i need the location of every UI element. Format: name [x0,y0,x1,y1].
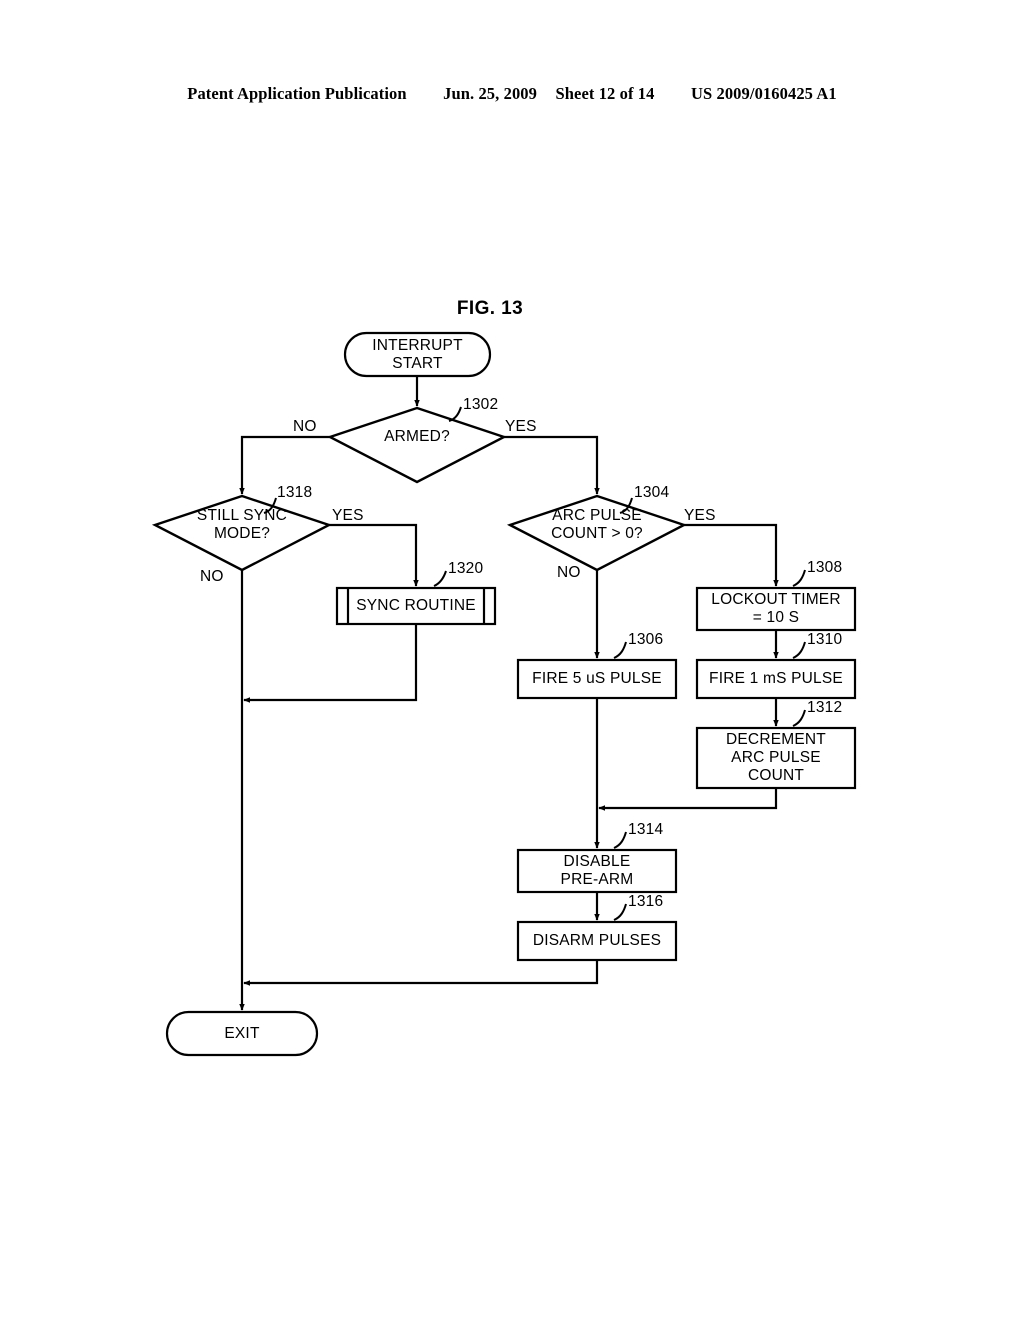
ref-numeral-1304: 1304 [634,484,670,501]
shape-lockout-timer [695,586,857,632]
edge-label-still-sync-no: NO [200,568,224,585]
leader-1308 [792,569,806,587]
ref-numeral-1318: 1318 [277,484,313,501]
edge-label-arc-pulse-yes: YES [684,507,716,524]
ref-numeral-1312: 1312 [807,699,843,716]
shape-fire-1ms [695,658,857,700]
shape-interrupt-start [343,331,492,378]
edge-label-arc-pulse-no: NO [557,564,581,581]
shape-sync-routine [335,586,497,626]
flowchart-graphics [151,331,857,1057]
shape-armed-decision [326,406,508,484]
shape-disable-prearm [516,848,678,894]
shape-disarm-pulses [516,920,678,962]
leader-1316 [613,903,627,921]
shape-exit [165,1010,319,1057]
ref-numeral-1310: 1310 [807,631,843,648]
leader-1312 [792,709,806,727]
ref-numeral-1306: 1306 [628,631,664,648]
shape-fire-5us [516,658,678,700]
ref-numeral-1320: 1320 [448,560,484,577]
ref-numeral-1308: 1308 [807,559,843,576]
edge-label-armed-yes: YES [505,418,537,435]
ref-numeral-1316: 1316 [628,893,664,910]
shape-still-sync-decision [151,494,333,572]
figure-13-flowchart: FIG. 13 INTERRUPT START ARMED? STILL SYN… [0,0,1024,1320]
leader-1320 [433,570,447,587]
leader-1314 [613,831,627,849]
leader-1310 [792,641,806,659]
edge-label-armed-no: NO [293,418,317,435]
shape-arc-pulse-decision [506,494,688,572]
edge-label-still-sync-yes: YES [332,507,364,524]
shape-decrement [695,726,857,790]
ref-numeral-1302: 1302 [463,396,499,413]
leader-1306 [613,641,627,659]
ref-numeral-1314: 1314 [628,821,664,838]
